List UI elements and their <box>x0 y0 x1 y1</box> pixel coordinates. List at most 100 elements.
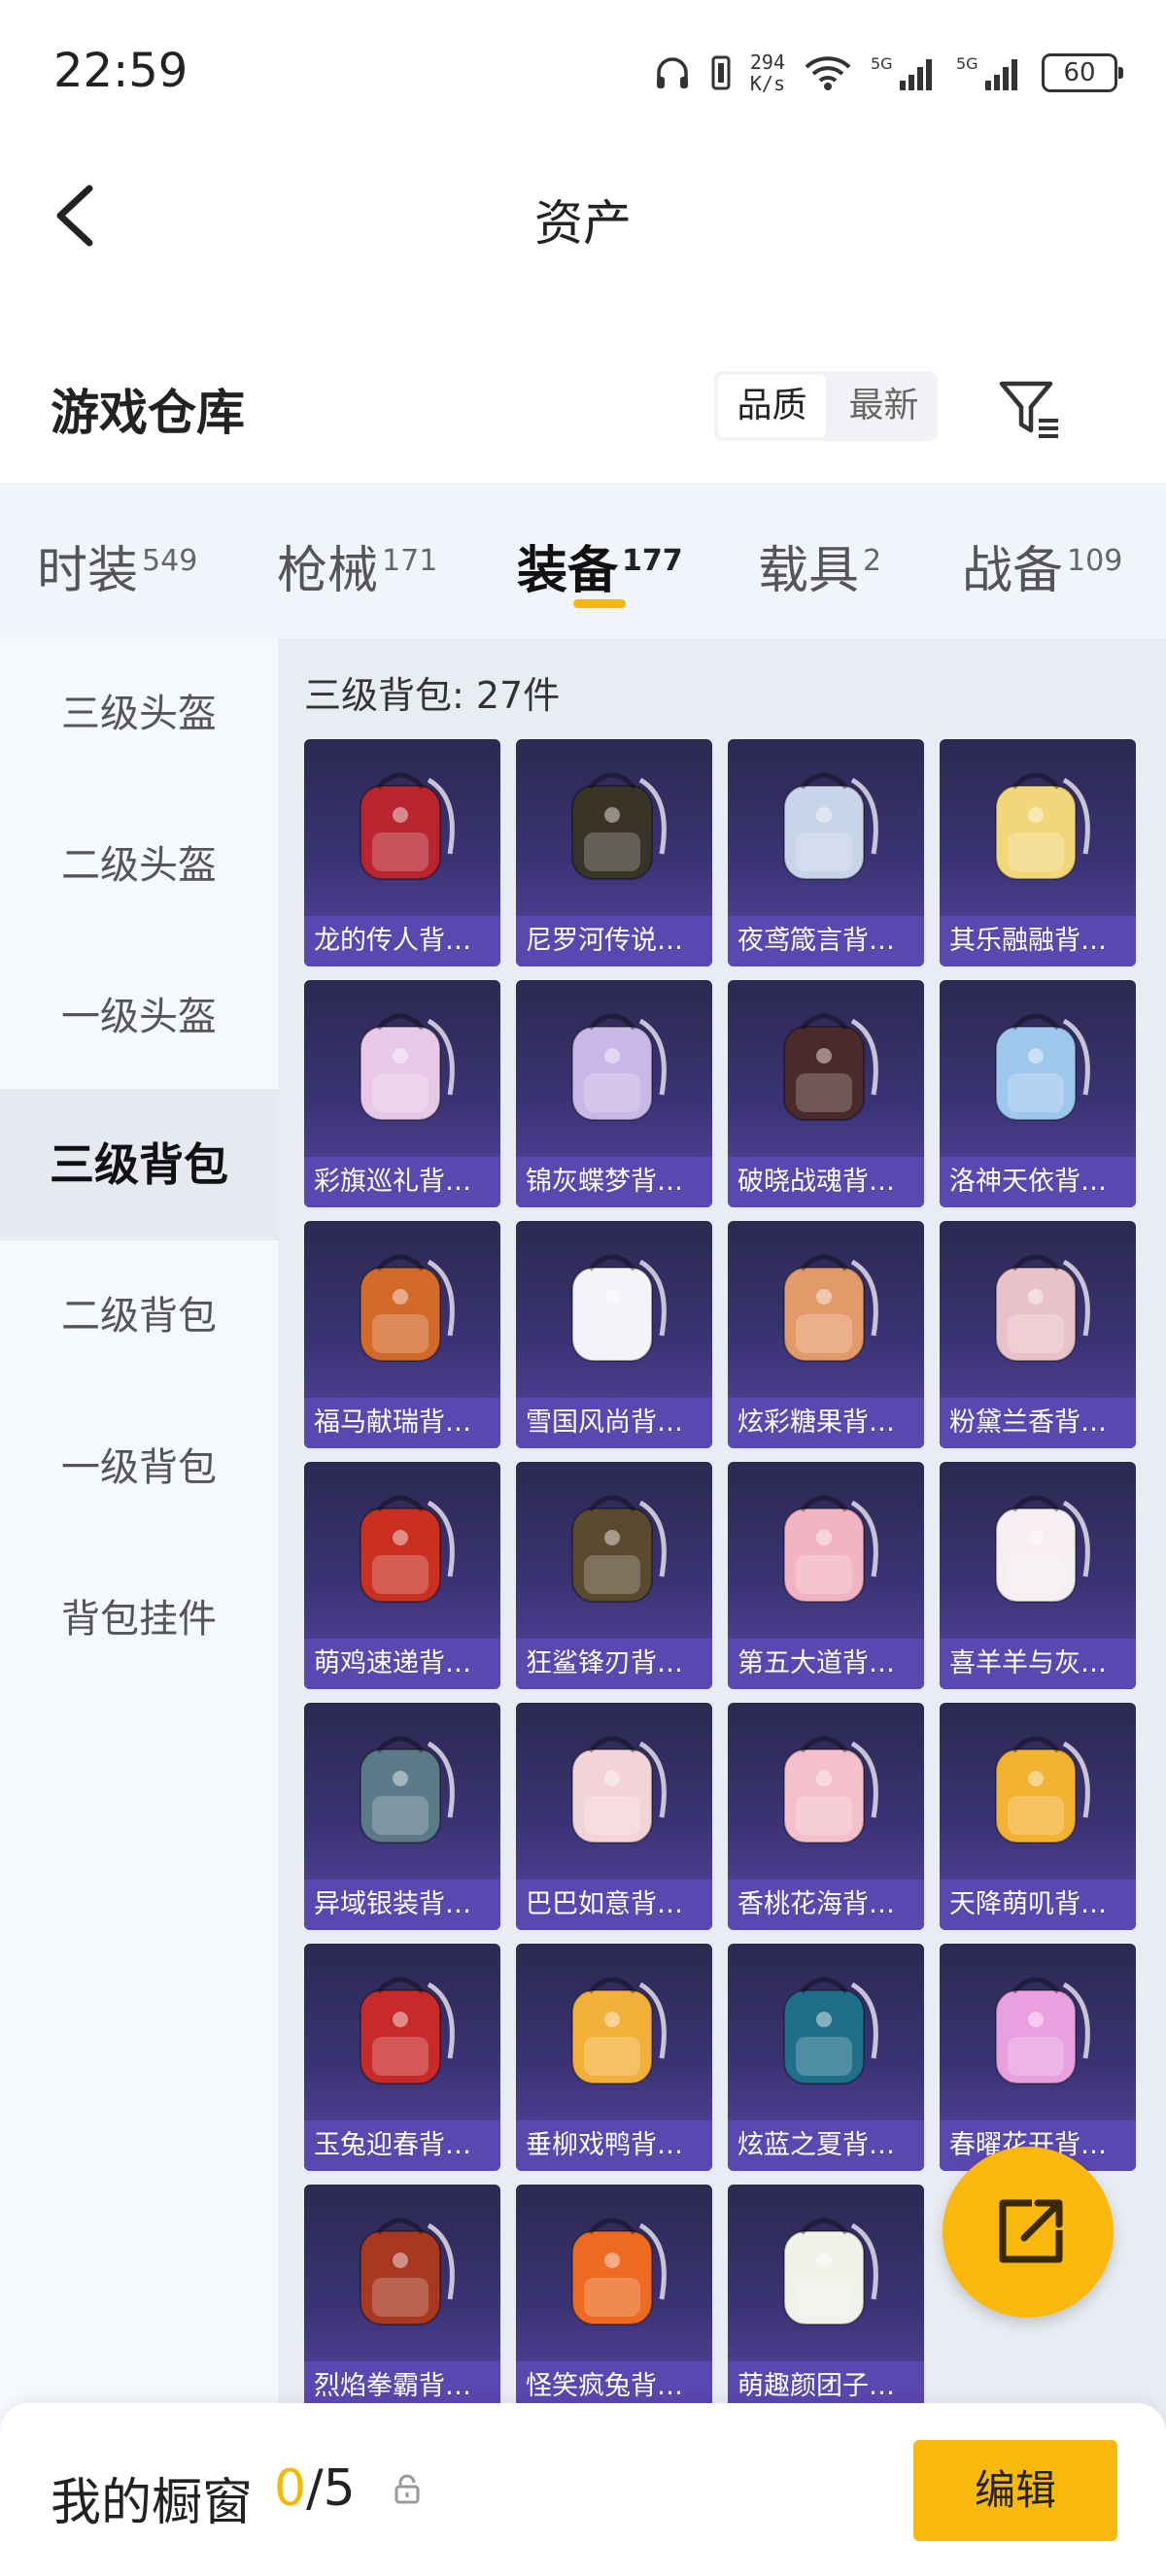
active-tab-indicator <box>573 599 626 608</box>
backpack-card[interactable]: 异域银装背包... <box>304 1703 500 1930</box>
backpack-card[interactable]: 喜羊羊与灰太... <box>940 1462 1136 1689</box>
backpack-card-label: 萌鸡速递背包... <box>304 1639 500 1689</box>
network-speed: 294 K/s <box>750 51 785 94</box>
tab-firearms[interactable]: 枪械 171 <box>277 529 437 602</box>
backpack-red-white-icon <box>360 1977 455 2085</box>
backpack-card-label: 巴巴如意背包... <box>516 1880 712 1930</box>
backpack-card[interactable]: 垂柳戏鸭背包... <box>516 1944 712 2171</box>
backpack-penguin-icon <box>571 1254 667 1362</box>
backpack-peach-icon <box>783 1736 878 1844</box>
backpack-card[interactable]: 怪笑疯兔背包... <box>516 2185 712 2412</box>
tab-label: 载具 <box>758 542 860 600</box>
sidebar-item-backpack-lv1[interactable]: 一级背包 <box>0 1392 278 1543</box>
status-icons: 294 K/s 5G 5G 60 <box>653 44 1123 102</box>
tab-vehicles[interactable]: 载具 2 <box>758 529 881 602</box>
backpack-pink-round-icon <box>995 1254 1090 1362</box>
backpack-card[interactable]: 第五大道背包... <box>728 1462 924 1689</box>
backpack-wings-icon <box>995 1977 1090 2085</box>
backpack-duck-icon <box>571 1977 667 2085</box>
backpack-chick-icon <box>360 1495 455 1603</box>
backpack-card-label: 洛神天依背包... <box>940 1157 1136 1207</box>
backpack-card[interactable]: 天降萌叽背包... <box>940 1703 1136 1930</box>
sort-quality-button[interactable]: 品质 <box>718 375 826 437</box>
signal-5g-icon: 5G <box>871 54 932 90</box>
tab-count: 171 <box>382 543 438 578</box>
backpack-card[interactable]: 萌鸡速递背包... <box>304 1462 500 1689</box>
backpack-card[interactable]: 烈焰拳霸背包... <box>304 2185 500 2412</box>
tab-label: 时装 <box>37 542 139 600</box>
backpack-card[interactable]: 彩旗巡礼背包... <box>304 980 500 1207</box>
backpack-plush-icon <box>995 772 1090 880</box>
tab-equipment[interactable]: 装备 177 <box>517 529 683 602</box>
tab-count: 549 <box>142 543 198 578</box>
headphones-icon <box>656 57 688 88</box>
share-fab-button[interactable] <box>943 2147 1114 2318</box>
backpack-card[interactable]: 炫彩糖果背包... <box>728 1221 924 1448</box>
backpack-card[interactable]: 狂鲨锋刃背包... <box>516 1462 712 1689</box>
backpack-card-label: 香桃花海背包... <box>728 1880 924 1930</box>
backpack-card[interactable]: 萌趣颜团子背... <box>728 2185 924 2412</box>
tab-label: 装备 <box>517 542 619 600</box>
backpack-tactical-icon <box>360 1736 455 1844</box>
showcase-label: 我的橱窗 <box>51 2474 254 2532</box>
sidebar-item-helmet-lv2[interactable]: 二级头盔 <box>0 790 278 941</box>
filter-icon[interactable] <box>996 374 1064 442</box>
tab-count: 2 <box>863 543 882 578</box>
tab-fashion[interactable]: 时装 549 <box>37 529 197 602</box>
backpack-card[interactable]: 破晓战魂背包... <box>728 980 924 1207</box>
backpack-clown-icon <box>571 2218 667 2325</box>
sidebar: 三级头盔 二级头盔 一级头盔 三级背包 二级背包 一级背包 背包挂件 <box>0 638 278 2576</box>
backpack-card[interactable]: 玉兔迎春背包... <box>304 1944 500 2171</box>
backpack-card[interactable]: 洛神天依背包... <box>940 980 1136 1207</box>
backpack-card[interactable]: 粉黛兰香背包... <box>940 1221 1136 1448</box>
backpack-card-label: 炫彩糖果背包... <box>728 1398 924 1448</box>
backpack-spiked-icon <box>783 1013 878 1121</box>
backpack-card[interactable]: 福马献瑞背包... <box>304 1221 500 1448</box>
tab-count: 109 <box>1067 543 1123 578</box>
tab-label: 枪械 <box>277 542 379 600</box>
backpack-fire-icon <box>360 2218 455 2325</box>
item-count-header: 三级背包: 27件 <box>304 674 561 717</box>
backpack-card[interactable]: 龙的传人背包... <box>304 739 500 966</box>
backpack-card-label: 狂鲨锋刃背包... <box>516 1639 712 1689</box>
backpack-card-label: 异域银装背包... <box>304 1880 500 1930</box>
backpack-card-label: 玉兔迎春背包... <box>304 2120 500 2171</box>
sort-newest-button[interactable]: 最新 <box>830 371 938 441</box>
backpack-card-label: 天降萌叽背包... <box>940 1880 1136 1930</box>
backpack-card[interactable]: 香桃花海背包... <box>728 1703 924 1930</box>
edit-button[interactable]: 编辑 <box>913 2440 1117 2541</box>
backpack-card[interactable]: 锦灰蝶梦背包... <box>516 980 712 1207</box>
backpack-quilted-icon <box>783 1495 878 1603</box>
backpack-sprout-icon <box>783 2218 878 2325</box>
backpack-card[interactable]: 炫蓝之夏背包... <box>728 1944 924 2171</box>
backpack-card-label: 第五大道背包... <box>728 1639 924 1689</box>
wifi-icon <box>805 56 851 90</box>
signal-5g-icon-2: 5G <box>956 54 1017 90</box>
sidebar-item-backpack-charm[interactable]: 背包挂件 <box>0 1543 278 1695</box>
showcase-count: 0/5 <box>274 2459 356 2518</box>
backpack-card-label: 福马献瑞背包... <box>304 1398 500 1448</box>
tab-count: 177 <box>622 543 683 578</box>
backpack-ornament-icon <box>360 1013 455 1121</box>
svg-text:5G: 5G <box>956 54 978 73</box>
backpack-card-label: 夜鸢箴言背包... <box>728 916 924 966</box>
backpack-card[interactable]: 春曜花开背包... <box>940 1944 1136 2171</box>
sidebar-item-backpack-lv2[interactable]: 二级背包 <box>0 1240 278 1392</box>
backpack-card-label: 锦灰蝶梦背包... <box>516 1157 712 1207</box>
sidebar-item-backpack-lv3[interactable]: 三级背包 <box>0 1089 278 1240</box>
backpack-card[interactable]: 巴巴如意背包... <box>516 1703 712 1930</box>
backpack-card-label: 破晓战魂背包... <box>728 1157 924 1207</box>
backpack-card-label: 其乐融融背包... <box>940 916 1136 966</box>
tab-combat-gear[interactable]: 战备 109 <box>962 529 1122 602</box>
backpack-card[interactable]: 尼罗河传说背... <box>516 739 712 966</box>
backpack-butterfly-icon <box>571 1013 667 1121</box>
svg-text:5G: 5G <box>871 54 893 73</box>
backpack-card[interactable]: 雪国风尚背包... <box>516 1221 712 1448</box>
sidebar-item-helmet-lv3[interactable]: 三级头盔 <box>0 638 278 790</box>
backpack-fairy-icon <box>995 1013 1090 1121</box>
backpack-card[interactable]: 夜鸢箴言背包... <box>728 739 924 966</box>
backpack-card[interactable]: 其乐融融背包... <box>940 739 1136 966</box>
backpack-card-label: 龙的传人背包... <box>304 916 500 966</box>
net-speed-unit: K/s <box>749 72 785 95</box>
sidebar-item-helmet-lv1[interactable]: 一级头盔 <box>0 941 278 1093</box>
